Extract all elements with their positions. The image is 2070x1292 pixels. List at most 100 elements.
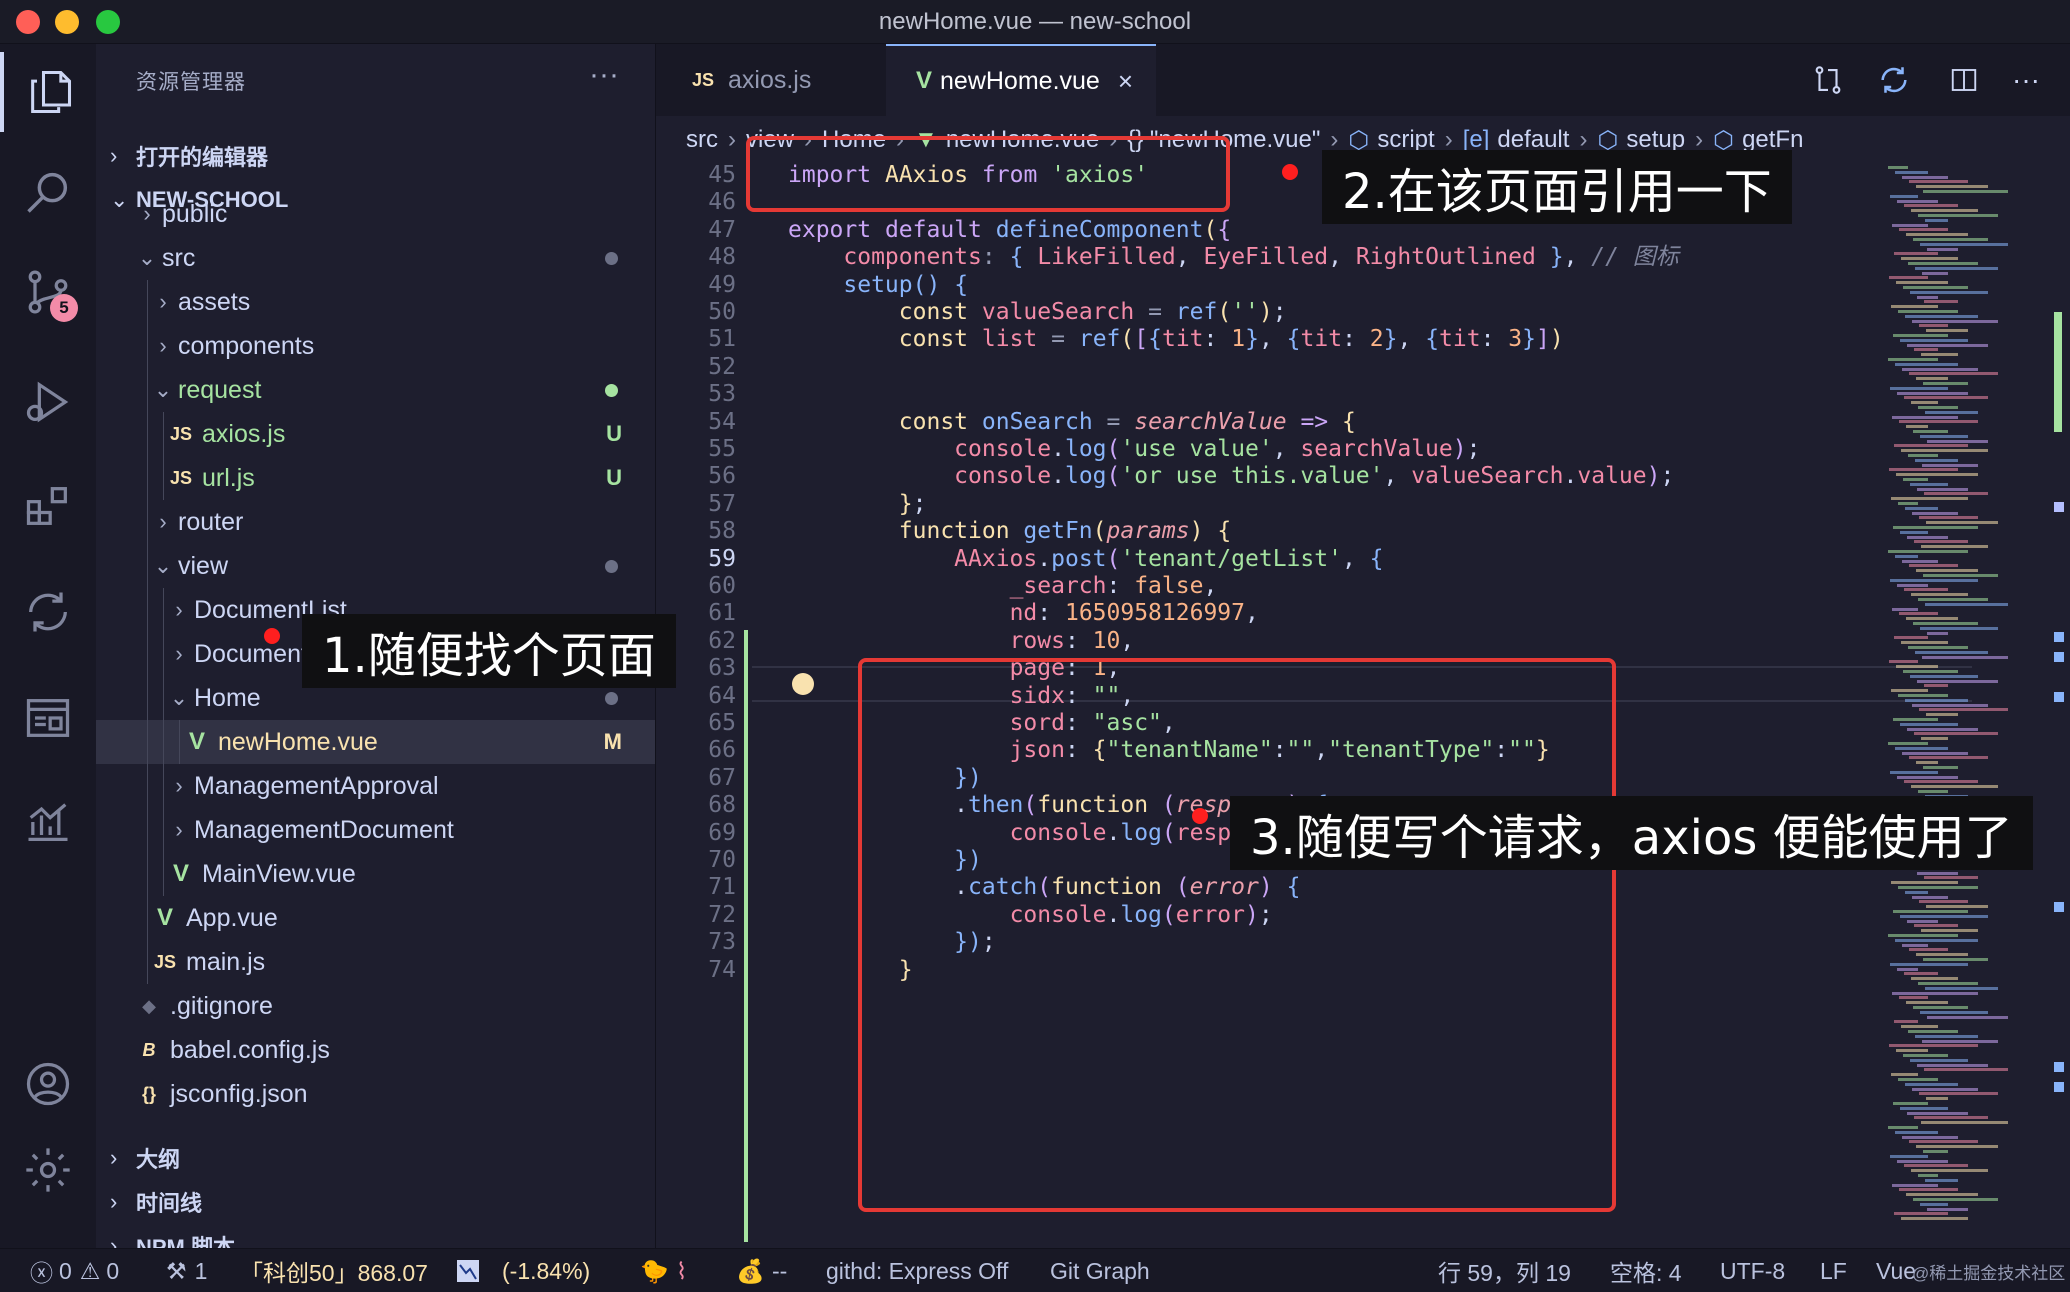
- line-number: 45: [708, 162, 736, 188]
- tools-count: 1: [194, 1257, 208, 1284]
- code-line[interactable]: 57 };: [656, 491, 1876, 518]
- outline-section[interactable]: › 大纲: [110, 1138, 650, 1178]
- tree-item[interactable]: JS main.js: [96, 940, 655, 984]
- minimap-line: [1909, 756, 1988, 760]
- breadcrumb-item[interactable]: src: [686, 126, 718, 154]
- language-mode[interactable]: Vue: [1876, 1249, 1916, 1292]
- callout-step3: 3.随便写个请求，axios 便能使用了: [1230, 796, 2033, 870]
- vertical-scrollbar[interactable]: [2048, 162, 2070, 1242]
- minimap-line: [1924, 684, 1948, 688]
- code-line[interactable]: 52: [656, 354, 1876, 381]
- chevron-right-icon: ›: [175, 773, 183, 798]
- code-line[interactable]: 55 console.log('use value', searchValue)…: [656, 436, 1876, 463]
- chevron-down-icon: ⌄: [169, 685, 189, 710]
- code-line[interactable]: 53: [656, 381, 1876, 408]
- minimap-line: [1919, 516, 1978, 520]
- run-debug-icon[interactable]: [0, 362, 96, 442]
- indentation[interactable]: 空格: 4: [1610, 1249, 1682, 1292]
- code-line[interactable]: 51 const list = ref([{tit: 1}, {tit: 2},…: [656, 326, 1876, 353]
- code-line[interactable]: 60 _search: false,: [656, 573, 1876, 600]
- tree-item[interactable]: › assets: [96, 280, 655, 324]
- npm-scripts-section[interactable]: › NPM 脚本: [110, 1226, 650, 1248]
- tree-item[interactable]: › router: [96, 500, 655, 544]
- line-number: 74: [708, 956, 736, 983]
- tree-item[interactable]: JS url.js U: [96, 456, 655, 500]
- code-line[interactable]: 61 nd: 1650958126997,: [656, 600, 1876, 627]
- open-changes-icon[interactable]: [1808, 60, 1848, 100]
- minimap-line: [1917, 679, 1998, 683]
- tree-item[interactable]: ⌄ src: [96, 236, 655, 280]
- tab-axios-js[interactable]: JS axios.js: [656, 44, 886, 116]
- annotation-dot: [1282, 164, 1298, 180]
- tab-newhome-vue[interactable]: V newHome.vue ×: [886, 44, 1156, 116]
- code-line[interactable]: 56 console.log('or use this.value', valu…: [656, 463, 1876, 490]
- problems-indicator[interactable]: ⓧ 0 ⚠ 0: [30, 1249, 119, 1292]
- line-number: 57: [708, 490, 736, 517]
- minimap-line: [1909, 564, 1958, 568]
- open-editors-section[interactable]: › 打开的编辑器: [110, 136, 650, 176]
- minimap-line: [1901, 1217, 1968, 1221]
- extensions-icon[interactable]: [0, 466, 96, 546]
- settings-gear-icon[interactable]: [0, 1130, 96, 1210]
- line-ending[interactable]: LF: [1820, 1249, 1847, 1292]
- minimap-line: [1906, 617, 1958, 621]
- cursor-position[interactable]: 行 59，列 19: [1438, 1249, 1571, 1292]
- explorer-icon[interactable]: [0, 52, 96, 132]
- tree-item[interactable]: {} jsconfig.json: [96, 1072, 655, 1116]
- minimap-line: [1910, 1058, 1968, 1062]
- split-editor-icon[interactable]: [1944, 60, 1984, 100]
- diff-icon[interactable]: [1874, 60, 1914, 100]
- tree-item[interactable]: ⌄ view: [96, 544, 655, 588]
- minimap-line: [1911, 1169, 1988, 1173]
- project-panel-icon[interactable]: [0, 678, 96, 758]
- minimap-line: [1899, 228, 1948, 232]
- code-line[interactable]: 49 setup() {: [656, 272, 1876, 299]
- minimap-line: [1889, 1044, 1978, 1048]
- tree-item-label: ManagementDocument: [194, 815, 454, 844]
- tree-item[interactable]: VnewHome.vue M: [96, 720, 655, 764]
- stock-ticker[interactable]: 「科创50」868.07: [240, 1249, 428, 1292]
- callout-step2: 2.在该页面引用一下: [1322, 150, 1792, 224]
- source-control-icon[interactable]: 5: [0, 252, 96, 332]
- tools-indicator[interactable]: ⚒ 1: [166, 1249, 207, 1292]
- account-icon[interactable]: [0, 1044, 96, 1124]
- code-line[interactable]: 48 components: { LikeFilled, EyeFilled, …: [656, 244, 1876, 271]
- tree-item[interactable]: › components: [96, 324, 655, 368]
- git-graph-button[interactable]: Git Graph: [1050, 1249, 1150, 1292]
- code-line[interactable]: 50 const valueSearch = ref('');: [656, 299, 1876, 326]
- encoding[interactable]: UTF-8: [1720, 1249, 1785, 1292]
- tree-item[interactable]: › public: [96, 192, 655, 236]
- more-actions-icon[interactable]: ···: [2006, 60, 2046, 100]
- chart-icon[interactable]: [0, 782, 96, 862]
- tree-item[interactable]: Bbabel.config.js: [96, 1028, 655, 1072]
- tree-item[interactable]: V MainView.vue: [96, 852, 655, 896]
- minimap-line: [1903, 286, 1968, 289]
- code-line[interactable]: 58 function getFn(params) {: [656, 518, 1876, 545]
- minimap-line: [1913, 430, 1948, 433]
- tree-item[interactable]: JS axios.js U: [96, 412, 655, 456]
- minimap-line: [1926, 905, 1988, 909]
- timeline-section[interactable]: › 时间线: [110, 1182, 650, 1222]
- search-icon[interactable]: [0, 152, 96, 232]
- minimap[interactable]: [1878, 162, 2048, 1242]
- js-file-icon: JS: [169, 467, 193, 488]
- tree-item[interactable]: › ManagementApproval: [96, 764, 655, 808]
- more-actions-button[interactable]: ···: [589, 58, 619, 92]
- githd-status[interactable]: githd: Express Off: [826, 1249, 1008, 1292]
- minimap-line: [1927, 1207, 1968, 1211]
- tree-item[interactable]: ◆ .gitignore: [96, 984, 655, 1028]
- minimap-line: [1909, 948, 1948, 952]
- git-diff-icon[interactable]: [0, 572, 96, 652]
- tree-item[interactable]: › ManagementDocument: [96, 808, 655, 852]
- code-line[interactable]: 62 rows: 10,: [656, 628, 1876, 655]
- line-number: 68: [708, 792, 736, 819]
- minimap-line: [1918, 406, 1958, 409]
- close-tab-icon[interactable]: ×: [1118, 66, 1133, 97]
- tree-item[interactable]: V App.vue: [96, 896, 655, 940]
- tree-item[interactable]: ⌄ request: [96, 368, 655, 412]
- code-line[interactable]: 54 const onSearch = searchValue => {: [656, 409, 1876, 436]
- code-line[interactable]: 59 AAxios.post('tenant/getList', {: [656, 546, 1876, 573]
- code-text: const valueSearch = ref('');: [898, 299, 1287, 325]
- minimap-line: [1917, 295, 1938, 299]
- chevron-down-icon: ⌄: [137, 245, 157, 270]
